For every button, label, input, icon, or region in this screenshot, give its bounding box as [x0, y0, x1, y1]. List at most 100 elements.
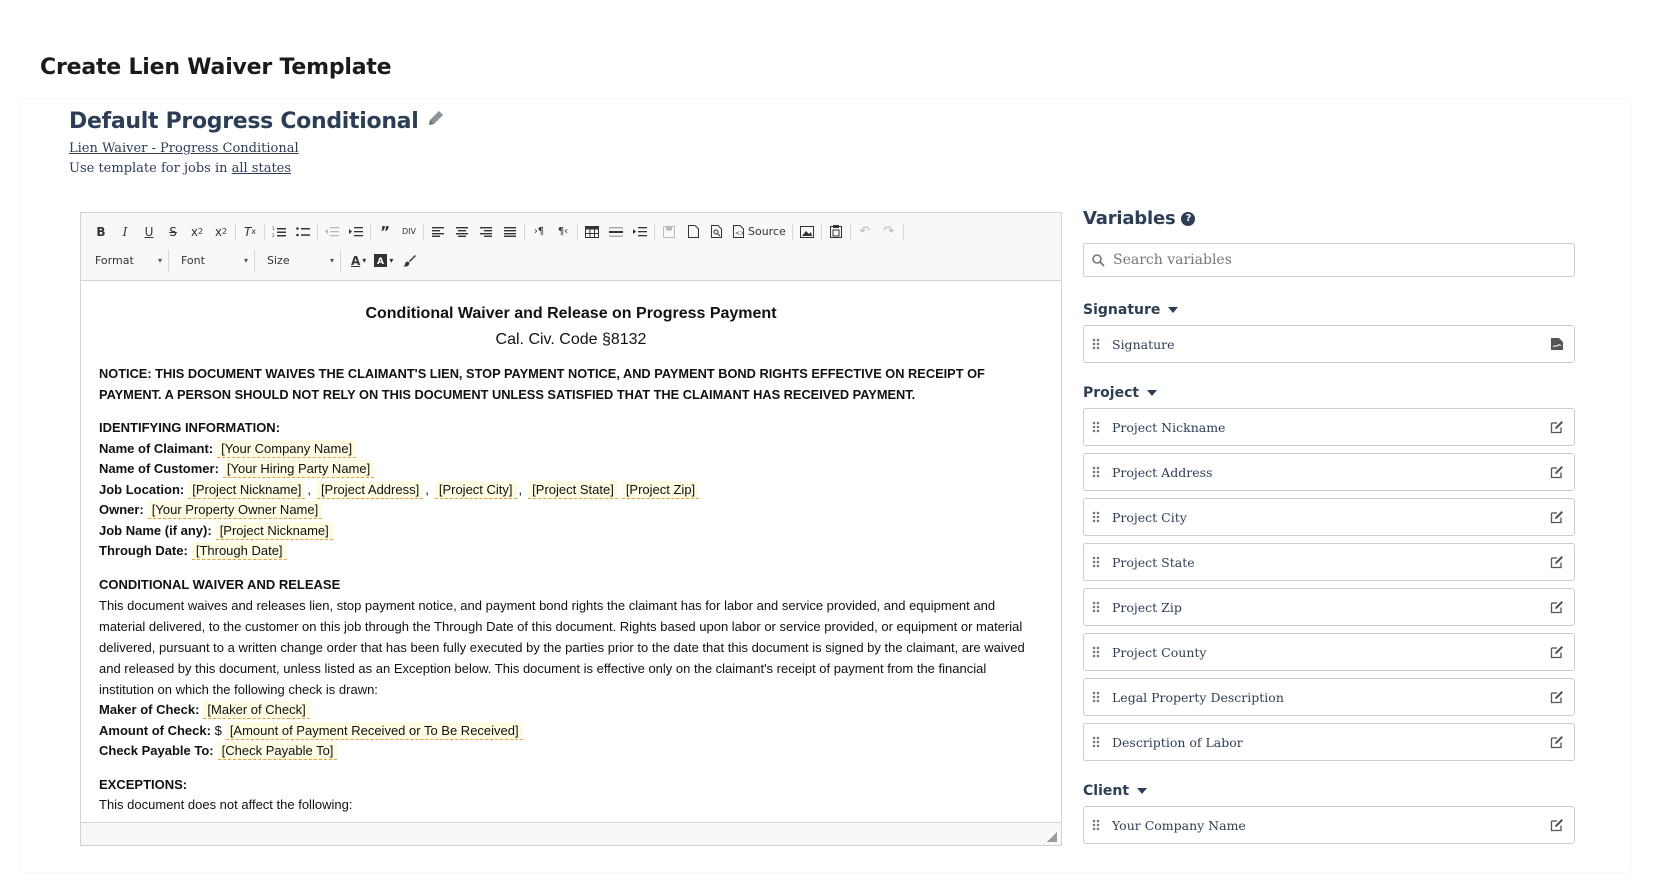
variable-tag[interactable]: [Project Nickname]	[215, 521, 333, 540]
document-body[interactable]: Conditional Waiver and Release on Progre…	[81, 282, 1061, 820]
resize-handle[interactable]	[1047, 832, 1057, 842]
variable-item[interactable]: Project Nickname	[1083, 408, 1575, 446]
underline-icon[interactable]: U	[137, 221, 161, 243]
drag-handle-icon[interactable]	[1092, 466, 1100, 478]
variable-tag[interactable]: [Your Hiring Party Name]	[222, 460, 375, 478]
variable-tag[interactable]: [Project City]	[434, 480, 517, 499]
strikethrough-icon[interactable]: S	[161, 221, 185, 243]
format-dropdown[interactable]: Format ▾	[89, 249, 169, 272]
template-type-link[interactable]: Lien Waiver - Progress Conditional	[69, 141, 299, 156]
text-direction-rtl-icon[interactable]: ¶‹	[551, 221, 575, 243]
variable-tag[interactable]: [Your Company Name]	[217, 439, 357, 458]
edit-icon[interactable]	[1550, 818, 1564, 832]
remove-format-icon[interactable]: Tx	[238, 221, 262, 243]
edit-icon[interactable]	[1550, 420, 1564, 434]
font-label: Font	[181, 254, 205, 267]
edit-icon[interactable]	[1550, 555, 1564, 569]
rich-text-editor: B I U S x2 x2 Tx 12 ” DIV ›¶ ¶‹ <> Sourc…	[80, 212, 1062, 846]
comma: ,	[518, 481, 523, 497]
horizontal-line-icon[interactable]	[604, 221, 628, 243]
italic-icon[interactable]: I	[113, 221, 137, 243]
numbered-list-icon[interactable]: 12	[267, 221, 291, 243]
preview-icon[interactable]	[705, 221, 729, 243]
variable-item[interactable]: Project City	[1083, 498, 1575, 536]
svg-text:A: A	[377, 257, 384, 267]
variable-label: Signature	[1112, 336, 1175, 352]
drag-handle-icon[interactable]	[1092, 736, 1100, 748]
variable-tag[interactable]: [Maker of Check]	[203, 701, 310, 719]
edit-icon[interactable]	[1550, 645, 1564, 659]
edit-icon[interactable]	[1550, 735, 1564, 749]
caret-down-icon	[1168, 307, 1179, 313]
drag-handle-icon[interactable]	[1092, 601, 1100, 613]
job-location-label: Job Location:	[99, 481, 185, 497]
undo-icon[interactable]: ↶	[853, 221, 877, 243]
source-button[interactable]: <> Source	[729, 225, 790, 238]
signature-icon[interactable]	[1550, 337, 1564, 351]
image-icon[interactable]	[795, 221, 819, 243]
variable-item[interactable]: Project Zip	[1083, 588, 1575, 626]
states-link[interactable]: all states	[232, 161, 291, 176]
variable-item[interactable]: Project State	[1083, 543, 1575, 581]
text-direction-ltr-icon[interactable]: ›¶	[527, 221, 551, 243]
drag-handle-icon[interactable]	[1092, 556, 1100, 568]
paste-icon[interactable]	[824, 221, 848, 243]
background-color-button[interactable]: A ▾	[370, 254, 397, 267]
save-icon[interactable]	[657, 221, 681, 243]
search-input[interactable]	[1113, 252, 1533, 268]
variable-tag[interactable]: [Project Zip]	[621, 480, 700, 499]
text-color-button[interactable]: A ▾	[347, 254, 370, 268]
variable-group-header[interactable]: Project	[1083, 385, 1575, 401]
variable-group-header[interactable]: Signature	[1083, 302, 1575, 318]
variable-item[interactable]: Legal Property Description	[1083, 678, 1575, 716]
bullet-list-icon[interactable]	[291, 221, 315, 243]
variable-group-header[interactable]: Client	[1083, 783, 1575, 799]
align-right-icon[interactable]	[474, 221, 498, 243]
edit-icon[interactable]	[1550, 510, 1564, 524]
drag-handle-icon[interactable]	[1092, 691, 1100, 703]
div-container-icon[interactable]: DIV	[397, 221, 421, 243]
font-dropdown[interactable]: Font ▾	[175, 249, 255, 272]
edit-icon[interactable]	[1550, 600, 1564, 614]
page-break-icon[interactable]	[628, 221, 652, 243]
variable-item[interactable]: Signature	[1083, 325, 1575, 363]
variable-tag[interactable]: [Project Nickname]	[188, 480, 306, 499]
new-page-icon[interactable]	[681, 221, 705, 243]
bold-icon[interactable]: B	[89, 221, 113, 243]
variable-item[interactable]: Project Address	[1083, 453, 1575, 491]
drag-handle-icon[interactable]	[1092, 819, 1100, 831]
states-prefix: Use template for jobs in	[69, 161, 232, 176]
variable-tag[interactable]: [Your Property Owner Name]	[147, 501, 323, 519]
editor-footer	[81, 822, 1061, 845]
variable-tag[interactable]: [Amount of Payment Received or To Be Rec…	[225, 721, 523, 740]
outdent-icon[interactable]	[320, 221, 344, 243]
variable-tag[interactable]: [Check Payable To]	[217, 742, 338, 760]
variable-item[interactable]: Project County	[1083, 633, 1575, 671]
pencil-icon[interactable]	[426, 108, 446, 134]
superscript-icon[interactable]: x2	[209, 221, 233, 243]
variable-tag[interactable]: [Project Address]	[316, 480, 424, 499]
table-icon[interactable]	[580, 221, 604, 243]
size-dropdown[interactable]: Size ▾	[261, 249, 341, 272]
align-center-icon[interactable]	[450, 221, 474, 243]
drag-handle-icon[interactable]	[1092, 338, 1100, 350]
variable-tag[interactable]: [Through Date]	[191, 542, 287, 560]
amount-prefix: $	[214, 722, 222, 738]
blockquote-icon[interactable]: ”	[373, 221, 397, 243]
subscript-icon[interactable]: x2	[185, 221, 209, 243]
variable-item[interactable]: Description of Labor	[1083, 723, 1575, 761]
edit-icon[interactable]	[1550, 465, 1564, 479]
drag-handle-icon[interactable]	[1092, 421, 1100, 433]
variable-item[interactable]: Your Company Name	[1083, 806, 1575, 844]
justify-icon[interactable]	[498, 221, 522, 243]
edit-icon[interactable]	[1550, 690, 1564, 704]
drag-handle-icon[interactable]	[1092, 646, 1100, 658]
indent-icon[interactable]	[344, 221, 368, 243]
help-icon[interactable]: ?	[1181, 211, 1196, 226]
drag-handle-icon[interactable]	[1092, 511, 1100, 523]
paint-brush-icon[interactable]	[397, 250, 421, 272]
redo-icon[interactable]: ↷	[877, 221, 901, 243]
through-date-label: Through Date:	[99, 543, 188, 558]
variable-tag[interactable]: [Project State]	[528, 480, 618, 499]
align-left-icon[interactable]	[426, 221, 450, 243]
